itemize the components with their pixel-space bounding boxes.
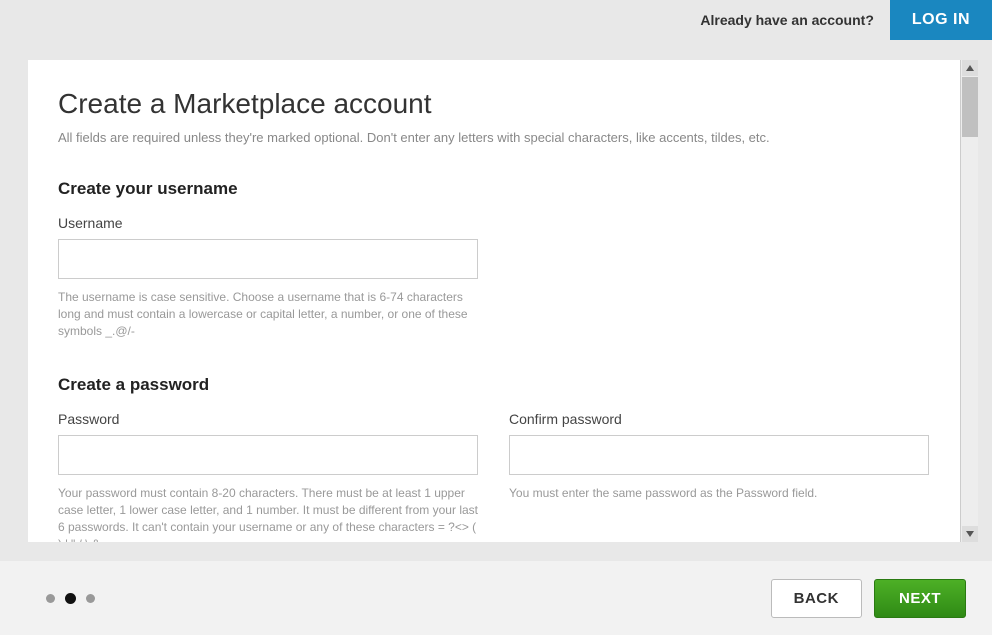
scroll-up-arrow-icon[interactable] (962, 60, 978, 76)
username-section: Create your username Username The userna… (58, 179, 930, 339)
username-input[interactable] (58, 239, 478, 279)
already-have-account-text: Already have an account? (700, 12, 874, 28)
password-help-text: Your password must contain 8-20 characte… (58, 485, 479, 542)
login-button[interactable]: LOG IN (890, 0, 992, 40)
password-label: Password (58, 411, 479, 427)
main-content-wrap: Create a Marketplace account All fields … (28, 60, 978, 542)
footer-buttons: BACK NEXT (771, 579, 966, 618)
form-panel: Create a Marketplace account All fields … (28, 60, 960, 542)
scroll-thumb[interactable] (962, 77, 978, 137)
password-col: Password Your password must contain 8-20… (58, 411, 479, 542)
scroll-down-arrow-icon[interactable] (962, 526, 978, 542)
username-help-text: The username is case sensitive. Choose a… (58, 289, 488, 339)
page-title: Create a Marketplace account (58, 88, 930, 120)
footer-bar: BACK NEXT (0, 561, 992, 635)
confirm-password-help-text: You must enter the same password as the … (509, 485, 930, 502)
next-button[interactable]: NEXT (874, 579, 966, 618)
progress-dot-1 (46, 594, 55, 603)
confirm-password-col: Confirm password You must enter the same… (509, 411, 930, 542)
page-subtitle: All fields are required unless they're m… (58, 130, 930, 145)
username-label: Username (58, 215, 930, 231)
password-section: Create a password Password Your password… (58, 375, 930, 542)
progress-dots (46, 593, 95, 604)
top-bar: Already have an account? LOG IN (0, 0, 992, 40)
password-input[interactable] (58, 435, 478, 475)
progress-dot-2-active (65, 593, 76, 604)
confirm-password-label: Confirm password (509, 411, 930, 427)
username-section-heading: Create your username (58, 179, 930, 199)
confirm-password-input[interactable] (509, 435, 929, 475)
progress-dot-3 (86, 594, 95, 603)
back-button[interactable]: BACK (771, 579, 862, 618)
scrollbar-vertical[interactable] (960, 60, 978, 542)
password-section-heading: Create a password (58, 375, 930, 395)
